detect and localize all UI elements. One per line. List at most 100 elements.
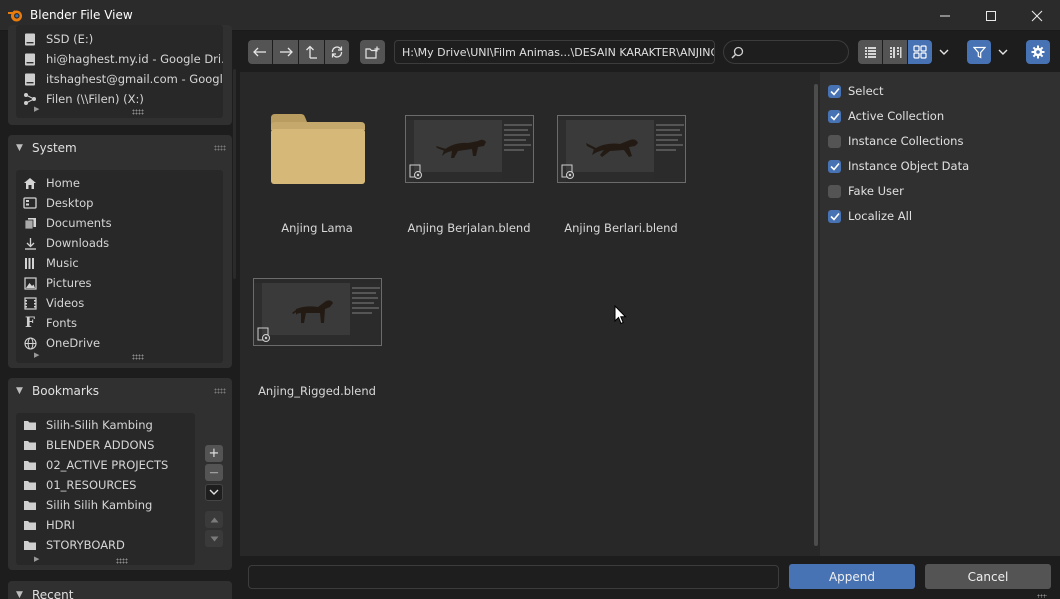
bookmarks-panel-header[interactable]: ▼ Bookmarks <box>8 378 232 404</box>
chevron-down-icon <box>209 489 219 495</box>
search-field[interactable] <box>723 40 849 64</box>
system-item-fonts[interactable]: F Fonts <box>16 313 223 333</box>
file-list-scrollbar[interactable] <box>814 84 818 546</box>
option-fake-user[interactable]: Fake User <box>828 182 904 200</box>
forward-button[interactable] <box>273 40 298 64</box>
recent-panel-header[interactable]: ▼ Recent <box>8 581 232 599</box>
folder-icon <box>22 418 38 432</box>
option-instance-collections[interactable]: Instance Collections <box>828 132 963 150</box>
bookmark-item[interactable]: 02_ACTIVE PROJECTS <box>16 455 195 475</box>
documents-icon <box>22 216 38 230</box>
drag-grip-icon[interactable] <box>214 145 226 151</box>
system-item-pictures[interactable]: Pictures <box>16 273 223 293</box>
options-toggle-button[interactable] <box>1026 40 1050 64</box>
checkbox-checked[interactable] <box>828 209 841 223</box>
bookmark-item[interactable]: 01_RESOURCES <box>16 475 195 495</box>
checkbox-unchecked[interactable] <box>828 134 841 148</box>
bookmark-label: Silih-Silih Kambing <box>46 418 153 432</box>
move-bookmark-up-button[interactable] <box>205 511 223 528</box>
file-name: Anjing_Rigged.blend <box>258 384 376 398</box>
checkbox-checked[interactable] <box>828 159 841 173</box>
file-name: Anjing Lama <box>281 221 353 235</box>
checkbox-unchecked[interactable] <box>828 184 841 198</box>
folder-icon <box>22 458 38 472</box>
display-vertical-list-button[interactable] <box>858 40 882 64</box>
remove-bookmark-button[interactable]: — <box>205 464 223 481</box>
filter-settings-dropdown[interactable] <box>992 40 1014 64</box>
bookmark-item[interactable]: Silih-Silih Kambing <box>16 415 195 435</box>
drive-icon <box>22 32 38 46</box>
maximize-button[interactable] <box>968 0 1014 31</box>
back-button[interactable] <box>248 40 272 64</box>
list-resize-handle[interactable] <box>116 558 128 564</box>
list-resize-handle[interactable] <box>132 354 144 360</box>
bookmark-item[interactable]: HDRI <box>16 515 195 535</box>
drag-grip-icon[interactable] <box>214 388 226 394</box>
volume-item[interactable]: hi@haghest.my.id - Google Dri... <box>16 49 223 69</box>
volume-item[interactable]: SSD (E:) <box>16 29 223 49</box>
panel-title: System <box>32 141 77 155</box>
add-bookmark-button[interactable]: + <box>205 445 223 462</box>
sidebar-scrollbar[interactable] <box>233 69 236 279</box>
recent-panel: ▼ Recent <box>8 581 232 599</box>
append-button[interactable]: Append <box>789 564 915 589</box>
file-item-blend[interactable]: Anjing Berjalan.blend <box>394 102 544 242</box>
filter-toggle-button[interactable] <box>967 40 991 64</box>
system-item-desktop[interactable]: Desktop <box>16 193 223 213</box>
volume-item[interactable]: itshaghest@gmail.com - Googl... <box>16 69 223 89</box>
folder-icon <box>22 538 38 552</box>
filename-field[interactable] <box>248 565 779 589</box>
file-list-area[interactable]: Anjing Lama Anjing Berjalan.blend Anjing… <box>240 72 820 556</box>
checkbox-checked[interactable] <box>828 109 841 123</box>
chevron-down-icon: ▼ <box>16 386 23 396</box>
option-localize-all[interactable]: Localize All <box>828 207 912 225</box>
file-item-folder[interactable]: Anjing Lama <box>242 102 392 242</box>
bookmark-item[interactable]: STORYBOARD <box>16 535 195 555</box>
file-name: Anjing Berjalan.blend <box>407 221 531 235</box>
bookmark-specials-button[interactable] <box>205 484 223 501</box>
system-item-home[interactable]: Home <box>16 173 223 193</box>
system-item-documents[interactable]: Documents <box>16 213 223 233</box>
system-item-label: Documents <box>46 216 112 230</box>
bookmark-item[interactable]: BLENDER ADDONS <box>16 435 195 455</box>
checkbox-checked[interactable] <box>828 84 841 98</box>
system-item-onedrive[interactable]: OneDrive <box>16 333 223 353</box>
file-item-blend[interactable]: Anjing_Rigged.blend <box>242 265 392 405</box>
display-horizontal-list-button[interactable] <box>883 40 907 64</box>
folder-icon <box>271 114 365 184</box>
bookmark-item[interactable]: Silih Silih Kambing <box>16 495 195 515</box>
system-item-videos[interactable]: Videos <box>16 293 223 313</box>
bottom-bar: Append Cancel <box>240 556 1060 599</box>
volume-item[interactable]: Filen (\\Filen) (X:) <box>16 89 223 109</box>
file-item-blend[interactable]: Anjing Berlari.blend <box>546 102 696 242</box>
expand-list-icon[interactable]: ▶ <box>34 105 39 113</box>
minimize-button[interactable] <box>922 0 968 31</box>
system-item-downloads[interactable]: Downloads <box>16 233 223 253</box>
create-directory-button[interactable] <box>360 40 385 64</box>
option-instance-object-data[interactable]: Instance Object Data <box>828 157 969 175</box>
close-window-button[interactable] <box>1014 0 1060 31</box>
cancel-button[interactable]: Cancel <box>925 564 1051 589</box>
system-item-label: Music <box>46 256 79 270</box>
checkmark-icon <box>829 212 840 221</box>
system-panel-header[interactable]: ▼ System <box>8 135 232 161</box>
system-panel: ▼ System Home Desktop Documents Download… <box>8 135 232 368</box>
option-active-collection[interactable]: Active Collection <box>828 107 944 125</box>
display-settings-dropdown[interactable] <box>933 40 955 64</box>
maximize-icon <box>986 10 996 21</box>
volumes-list: SSD (E:) hi@haghest.my.id - Google Dri..… <box>16 25 223 118</box>
parent-directory-button[interactable] <box>299 40 324 64</box>
bookmark-label: Silih Silih Kambing <box>46 498 153 512</box>
folder-icon <box>22 438 38 452</box>
expand-list-icon[interactable]: ▶ <box>34 351 39 359</box>
window-resize-grip[interactable] <box>1037 594 1047 598</box>
list-resize-handle[interactable] <box>132 109 144 115</box>
display-thumbnails-button[interactable] <box>908 40 932 64</box>
chevron-down-icon: ▼ <box>16 590 23 599</box>
move-bookmark-down-button[interactable] <box>205 530 223 547</box>
system-item-music[interactable]: Music <box>16 253 223 273</box>
directory-path-field[interactable]: H:\My Drive\UNI\Film Animas...\DESAIN KA… <box>394 40 715 64</box>
refresh-button[interactable] <box>325 40 349 64</box>
expand-list-icon[interactable]: ▶ <box>34 555 39 563</box>
option-select[interactable]: Select <box>828 82 883 100</box>
